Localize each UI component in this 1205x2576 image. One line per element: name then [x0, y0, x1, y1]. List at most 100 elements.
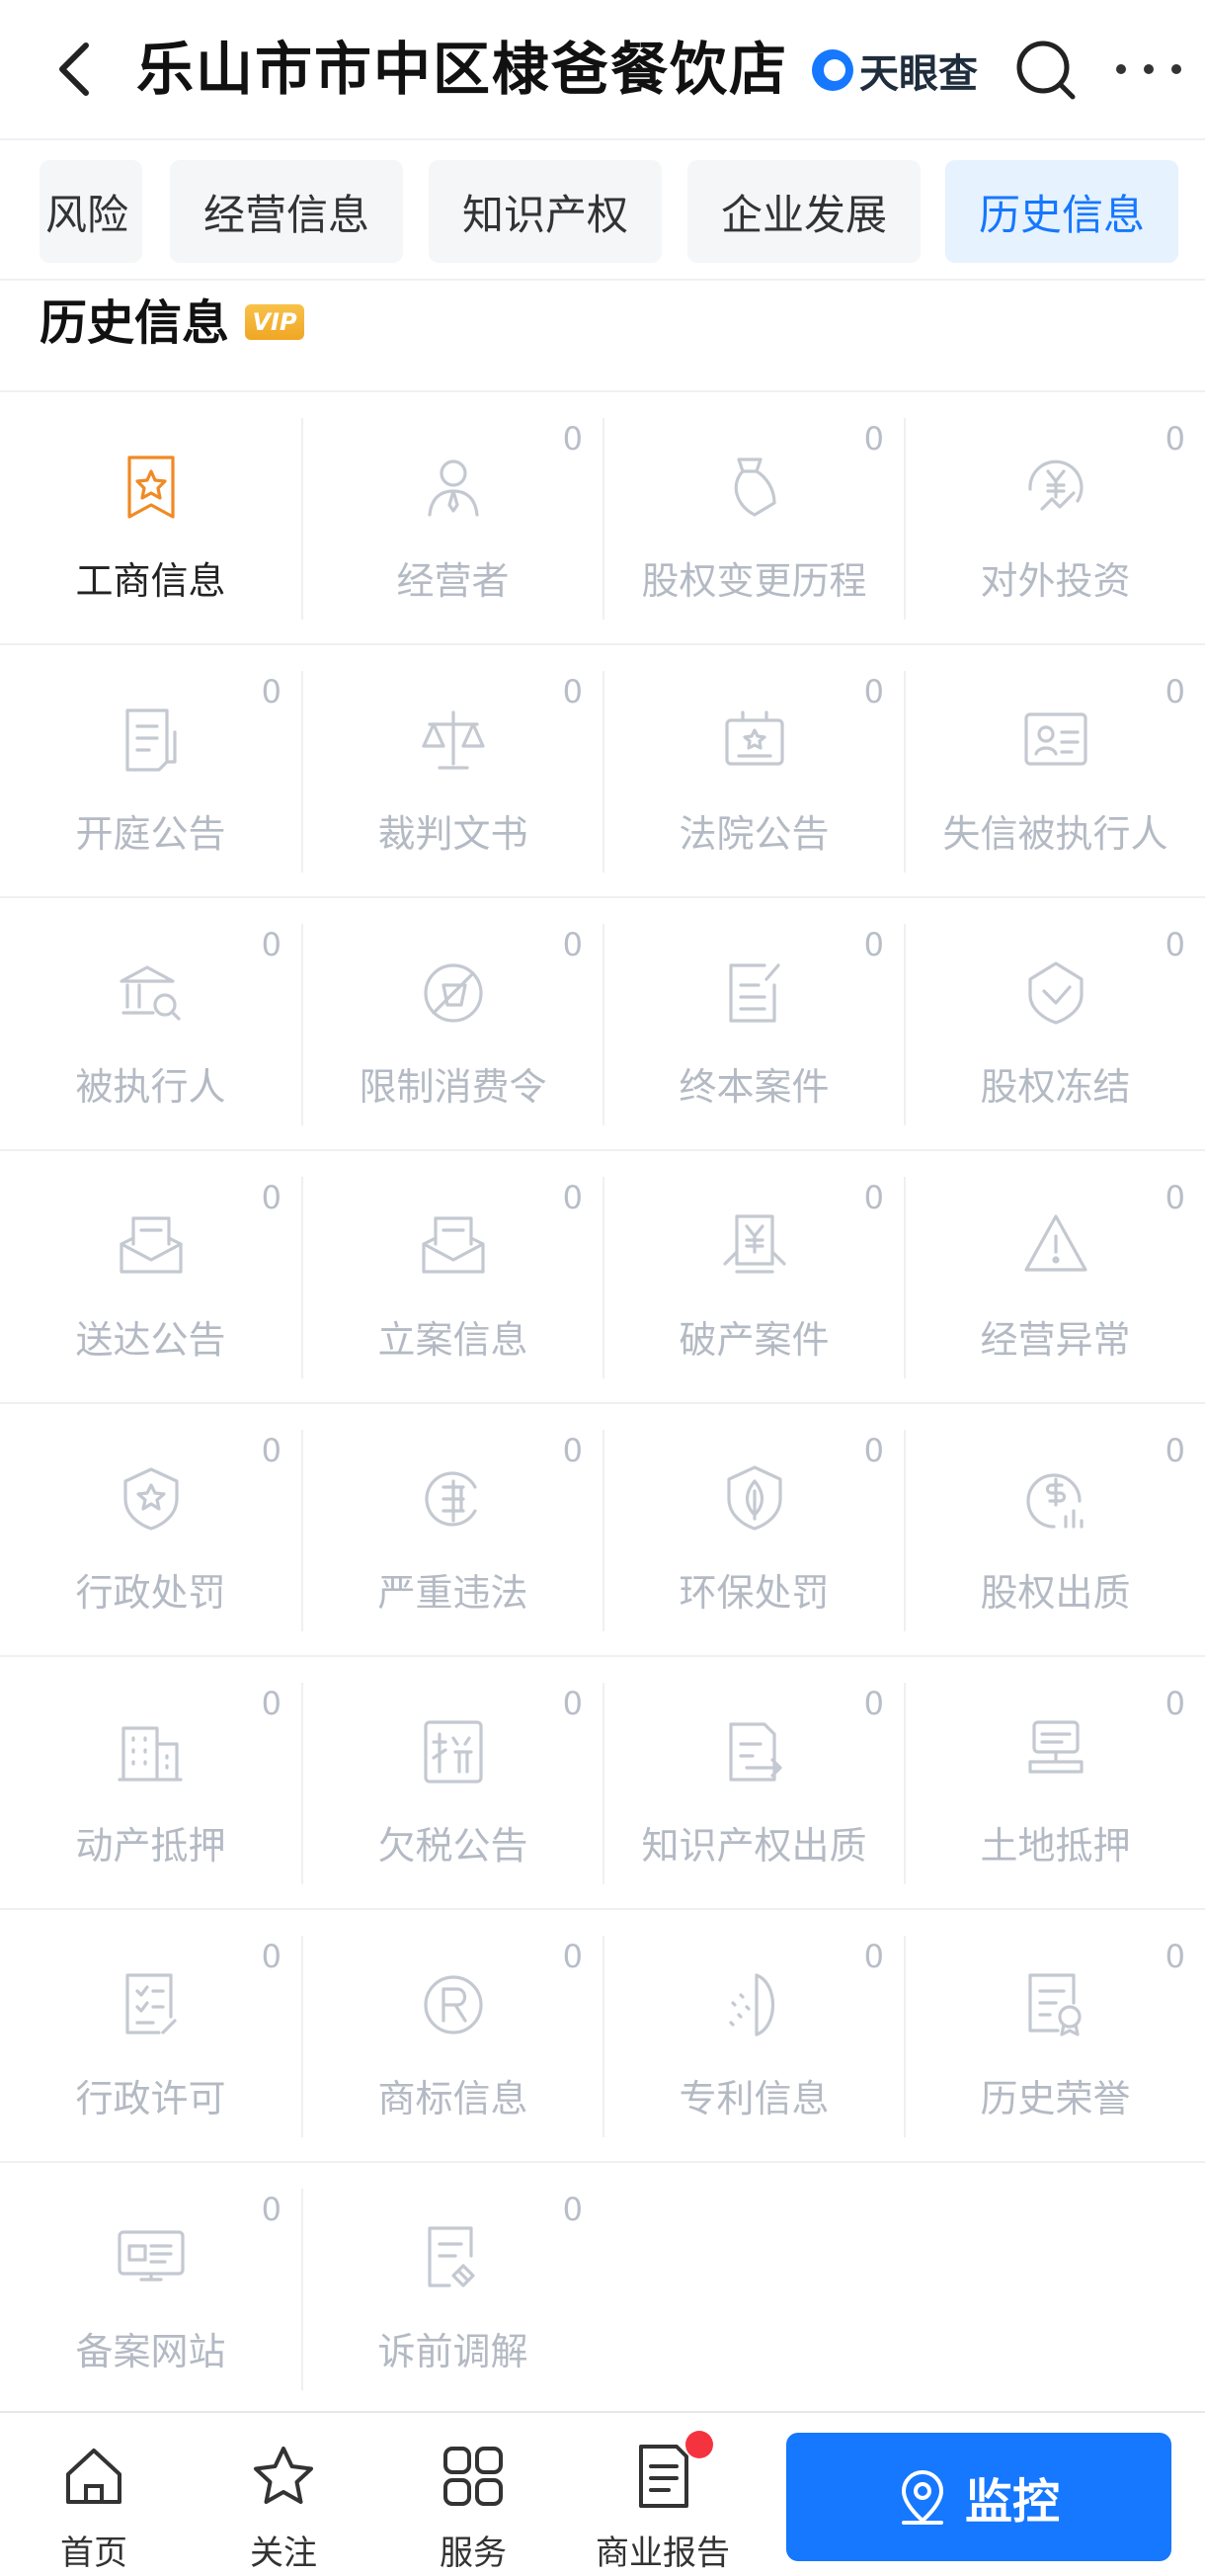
mail-tray-icon — [114, 1208, 189, 1284]
item-count: 0 — [1165, 1685, 1185, 1722]
item-label: 知识产权出质 — [641, 1824, 867, 1868]
item-label: 股权变更历程 — [641, 559, 867, 603]
patent-icon — [717, 1967, 792, 2042]
grid-item[interactable]: 0 股权冻结 — [904, 924, 1205, 1125]
back-button[interactable] — [49, 38, 99, 101]
item-count: 0 — [1165, 1938, 1185, 1975]
top-header: 乐山市市中区棣爸餐饮店 天眼查 — [0, 0, 1205, 140]
nav-home[interactable]: 首页 — [20, 2431, 168, 2573]
leaf-shield-icon — [717, 1461, 792, 1537]
grid-item[interactable]: 0 送达公告 — [0, 1177, 301, 1378]
item-label: 失信被执行人 — [942, 812, 1168, 856]
grid-item[interactable]: 0 破产案件 — [602, 1177, 904, 1378]
more-button[interactable] — [1116, 59, 1181, 79]
item-count: 0 — [261, 926, 281, 963]
building-icon — [114, 1714, 189, 1789]
section-title: 历史信息 — [40, 295, 230, 351]
item-label: 商标信息 — [377, 2077, 528, 2120]
nav-follow-label: 关注 — [250, 2534, 317, 2573]
grid-row: 0 送达公告 0 立案信息 0 破产案件 0 经营异常 — [0, 1151, 1205, 1404]
item-count: 0 — [261, 1938, 281, 1975]
brand-name: 天眼查 — [859, 51, 978, 97]
grid-item[interactable]: 0 欠税公告 — [301, 1683, 602, 1884]
item-count: 0 — [863, 1179, 884, 1216]
investment-icon — [1018, 450, 1093, 525]
grid-item[interactable]: 0 裁判文书 — [301, 671, 602, 873]
grid-item[interactable]: 0 开庭公告 — [0, 671, 301, 873]
item-label: 开庭公告 — [75, 812, 226, 856]
grid-row: 工商信息 0 经营者 0 股权变更历程 0 对外投资 — [0, 392, 1205, 645]
monitor-button[interactable]: 监控 — [786, 2433, 1171, 2561]
grid-item[interactable]: 0 知识产权出质 — [602, 1683, 904, 1884]
grid-item[interactable]: 0 股权出质 — [904, 1430, 1205, 1631]
grid-item[interactable]: 0 土地抵押 — [904, 1683, 1205, 1884]
grid-item[interactable]: 0 诉前调解 — [301, 2189, 602, 2390]
item-label: 股权出质 — [980, 1571, 1131, 1615]
item-count: 0 — [261, 673, 281, 710]
search-button[interactable] — [1013, 38, 1079, 103]
tab-business-info[interactable]: 经营信息 — [170, 160, 403, 263]
item-count: 0 — [261, 2191, 281, 2228]
court-board-icon — [717, 703, 792, 778]
grid-item[interactable]: 0 历史荣誉 — [904, 1936, 1205, 2137]
nav-report-label: 商业报告 — [596, 2534, 730, 2573]
certificate-icon — [1018, 1967, 1093, 2042]
grid-item[interactable]: 0 备案网站 — [0, 2189, 301, 2390]
item-label: 土地抵押 — [980, 1824, 1131, 1868]
grid-item[interactable]: 0 股权变更历程 — [602, 418, 904, 620]
item-label: 诉前调解 — [377, 2330, 528, 2373]
grid-item[interactable]: 0 失信被执行人 — [904, 671, 1205, 873]
item-count: 0 — [863, 1938, 884, 1975]
item-count: 0 — [261, 1179, 281, 1216]
item-count: 0 — [562, 1938, 583, 1975]
grid-item[interactable]: 0 动产抵押 — [0, 1683, 301, 1884]
item-count: 0 — [562, 1179, 583, 1216]
checklist-icon — [114, 1967, 189, 2042]
grid-item[interactable]: 0 经营者 — [301, 418, 602, 620]
grid-item[interactable]: 0 严重违法 — [301, 1430, 602, 1631]
item-count: 0 — [1165, 420, 1185, 457]
nav-report[interactable]: 商业报告 — [589, 2431, 737, 2573]
item-label: 送达公告 — [75, 1318, 226, 1362]
item-label: 专利信息 — [679, 2077, 830, 2120]
grid-item[interactable]: 0 被执行人 — [0, 924, 301, 1125]
website-icon — [114, 2220, 189, 2295]
grid-row: 0 备案网站 0 诉前调解 — [0, 2163, 1205, 2416]
grid-item[interactable]: 0 商标信息 — [301, 1936, 602, 2137]
grid-item[interactable]: 0 行政许可 — [0, 1936, 301, 2137]
bank-search-icon — [114, 956, 189, 1031]
item-label: 立案信息 — [377, 1318, 528, 1362]
grid-item[interactable]: 0 限制消费令 — [301, 924, 602, 1125]
violation-icon — [416, 1461, 491, 1537]
grid-item[interactable]: 0 对外投资 — [904, 418, 1205, 620]
grid-row: 0 动产抵押 0 欠税公告 0 知识产权出质 0 土地抵押 — [0, 1657, 1205, 1910]
nav-follow[interactable]: 关注 — [209, 2431, 358, 2573]
item-label: 股权冻结 — [980, 1065, 1131, 1109]
grid-item[interactable]: 0 经营异常 — [904, 1177, 1205, 1378]
grid-item[interactable]: 工商信息 — [0, 418, 301, 620]
grid-item[interactable]: 0 终本案件 — [602, 924, 904, 1125]
monitor-icon — [901, 2470, 943, 2525]
nav-service[interactable]: 服务 — [399, 2431, 547, 2573]
grid-item[interactable]: 0 行政处罚 — [0, 1430, 301, 1631]
tab-risk[interactable]: 风险 — [40, 160, 142, 263]
tab-history[interactable]: 历史信息 — [945, 160, 1178, 263]
grid-item[interactable]: 0 立案信息 — [301, 1177, 602, 1378]
item-label: 终本案件 — [679, 1065, 830, 1109]
money-chart-icon — [1018, 1461, 1093, 1537]
tab-development[interactable]: 企业发展 — [687, 160, 921, 263]
item-label: 动产抵押 — [75, 1824, 226, 1868]
scales-icon — [416, 703, 491, 778]
item-label: 历史荣誉 — [980, 2077, 1131, 2120]
item-count: 0 — [562, 926, 583, 963]
item-count: 0 — [562, 673, 583, 710]
search-icon — [1016, 41, 1076, 100]
item-count: 0 — [261, 1432, 281, 1469]
tab-ip[interactable]: 知识产权 — [429, 160, 662, 263]
mail-tray-icon — [416, 1208, 491, 1284]
grid-item[interactable]: 0 法院公告 — [602, 671, 904, 873]
grid-item[interactable]: 0 环保处罚 — [602, 1430, 904, 1631]
registered-icon — [416, 1967, 491, 2042]
grid-item[interactable]: 0 专利信息 — [602, 1936, 904, 2137]
grid-row: 0 开庭公告 0 裁判文书 0 法院公告 0 失信被执行人 — [0, 645, 1205, 898]
